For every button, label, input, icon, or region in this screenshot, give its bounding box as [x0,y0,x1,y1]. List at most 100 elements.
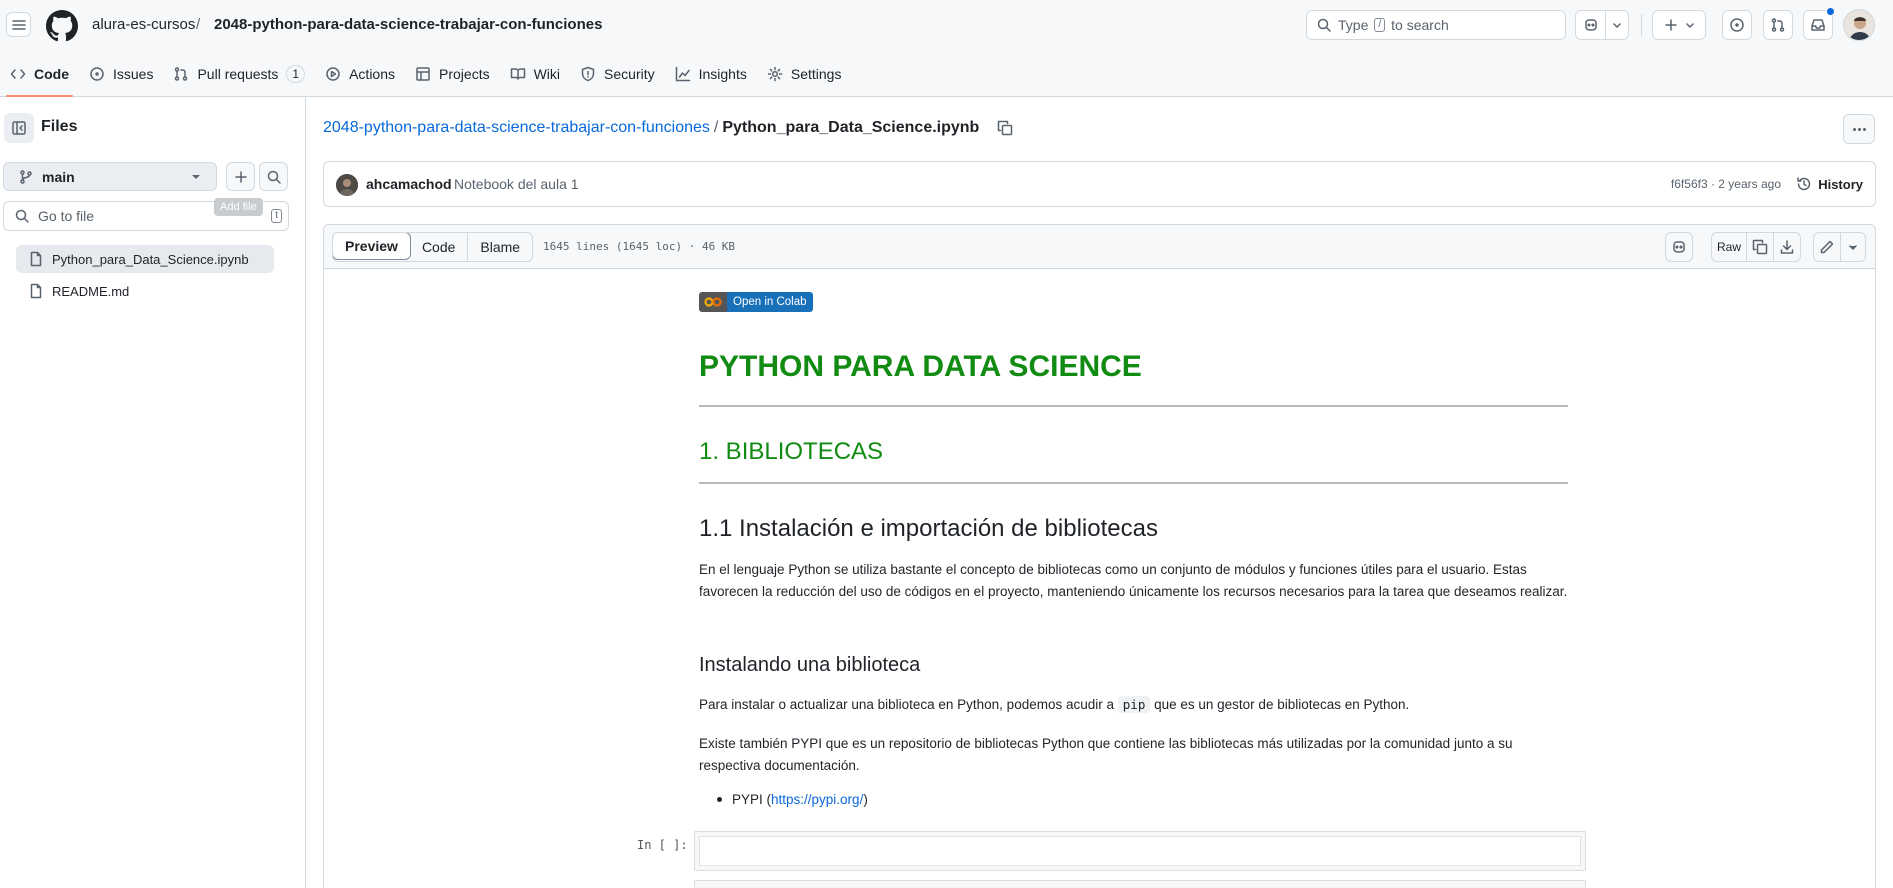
tab-insights[interactable]: Insights [665,56,757,92]
play-icon [326,67,340,81]
colab-infinity-icon [704,297,722,307]
copilot-button[interactable] [1575,10,1629,40]
tab-label: Code [34,66,69,82]
inline-code: pip [1117,696,1151,713]
chevron-down-icon[interactable] [1612,17,1622,33]
file-viewer: Preview Code Blame 1645 lines (1645 loc)… [323,224,1876,888]
tab-issues[interactable]: Issues [79,56,163,92]
latest-commit-box: ahcamachod Notebook del aula 1 f6f56f3 ·… [323,161,1876,207]
commit-message[interactable]: Notebook del aula 1 [454,176,579,192]
commit-meta[interactable]: f6f56f3 · 2 years ago [1671,177,1781,191]
code-cell[interactable] [694,831,1586,871]
hamburger-icon [11,19,26,30]
copilot-ask-button[interactable] [1665,232,1693,262]
history-button[interactable]: History [1796,176,1863,192]
issue-icon [90,67,104,81]
file-tree-item[interactable]: Python_para_Data_Science.ipynb [16,245,274,273]
path-repo-link[interactable]: 2048-python-para-data-science-trabajar-c… [323,119,710,137]
tab-projects[interactable]: Projects [405,56,500,92]
more-options-button[interactable] [1843,114,1875,144]
search-files-button[interactable] [259,162,288,191]
download-button[interactable] [1773,232,1801,262]
subheading: Instalando una biblioteca [699,654,921,676]
open-in-colab-badge[interactable]: Open in Colab [699,292,813,312]
plus-icon [234,170,247,183]
collapse-sidebar-button[interactable] [4,113,34,143]
list-item-text: PYPI (https://pypi.org/) [732,792,868,807]
copilot-icon [1673,241,1685,253]
add-file-tooltip: Add file [214,198,263,216]
tab-code[interactable]: Code [0,56,79,97]
user-avatar[interactable] [1843,9,1875,41]
breadcrumb-owner[interactable]: alura-es-cursos [92,16,195,33]
menu-button[interactable] [6,12,31,37]
files-title: Files [41,118,78,135]
copy-path-icon[interactable] [997,120,1013,136]
search-input[interactable]: Type / to search [1306,10,1566,40]
create-new-button[interactable] [1652,10,1706,40]
github-logo-icon[interactable] [46,10,78,42]
history-icon [1797,177,1811,191]
graph-icon [675,66,690,82]
blame-tab[interactable]: Blame [467,233,532,261]
tab-settings[interactable]: Settings [757,56,852,92]
tab-wiki[interactable]: Wiki [500,56,570,92]
history-label: History [1818,176,1863,192]
search-icon [15,209,29,223]
breadcrumb-repo[interactable]: 2048-python-para-data-science-trabajar-c… [214,16,602,33]
paragraph-text: que es un gestor de bibliotecas en Pytho… [1154,697,1410,712]
kebab-dot-icon [1857,127,1861,131]
paragraph-text: Para instalar o actualizar una bibliotec… [699,697,1114,712]
tab-pull-requests[interactable]: Pull requests 1 [163,56,315,92]
branch-icon [20,169,32,184]
pypi-link[interactable]: https://pypi.org/ [771,792,863,807]
header-divider [1641,14,1642,36]
subsection-heading: 1.1 Instalación e importación de bibliot… [699,515,1158,542]
copy-raw-button[interactable] [1746,232,1774,262]
bullet-dot [717,797,722,802]
raw-button[interactable]: Raw [1711,232,1747,262]
caret-down-icon [192,175,200,179]
global-header: alura-es-cursos / 2048-python-para-data-… [0,0,1893,97]
divider [699,482,1568,484]
section-heading: 1. BIBLIOTECAS [699,438,884,465]
code-tab[interactable]: Code [410,233,467,261]
go-to-file-placeholder: Go to file [38,208,95,224]
file-tree-item[interactable]: README.md [16,277,274,305]
commit-avatar-image [336,174,358,196]
paragraph: Existe también PYPI que es un repositori… [699,736,1513,773]
branch-name: main [42,168,75,185]
commit-author-avatar[interactable] [336,174,358,196]
tab-label: Security [604,66,655,82]
code-cell[interactable] [694,880,1586,888]
tab-security[interactable]: Security [570,56,665,92]
tab-actions[interactable]: Actions [315,56,405,92]
paragraph: Para instalar o actualizar una bibliotec… [699,694,1569,716]
branch-selector[interactable]: main [3,162,217,191]
pencil-icon [1820,240,1834,254]
inbox-icon [1811,19,1825,31]
issues-button[interactable] [1722,10,1752,40]
tab-label: Issues [113,66,154,82]
pull-requests-button[interactable] [1763,10,1793,40]
edit-options-button[interactable] [1840,232,1866,262]
code-icon [10,69,26,79]
edit-file-button[interactable] [1813,232,1841,262]
preview-tab[interactable]: Preview [333,233,411,260]
file-info: 1645 lines (1645 loc) · 46 KB [543,240,736,253]
add-file-button[interactable] [226,162,255,191]
file-icon [30,251,42,267]
pull-requests-counter: 1 [286,65,306,83]
code-cell-input[interactable] [699,836,1581,866]
search-icon [1317,18,1331,32]
search-icon [267,170,281,184]
table-icon [416,67,430,81]
search-placeholder-pre: Type [1338,17,1369,33]
user-avatar-image [1844,10,1874,40]
cell-prompt: In [ ]: [637,838,688,852]
download-icon [1780,240,1794,254]
go-to-file-shortcut: t [271,209,282,223]
path-file-name: Python_para_Data_Science.ipynb [722,119,980,136]
commit-author[interactable]: ahcamachod [366,176,452,192]
shield-icon [581,66,595,82]
